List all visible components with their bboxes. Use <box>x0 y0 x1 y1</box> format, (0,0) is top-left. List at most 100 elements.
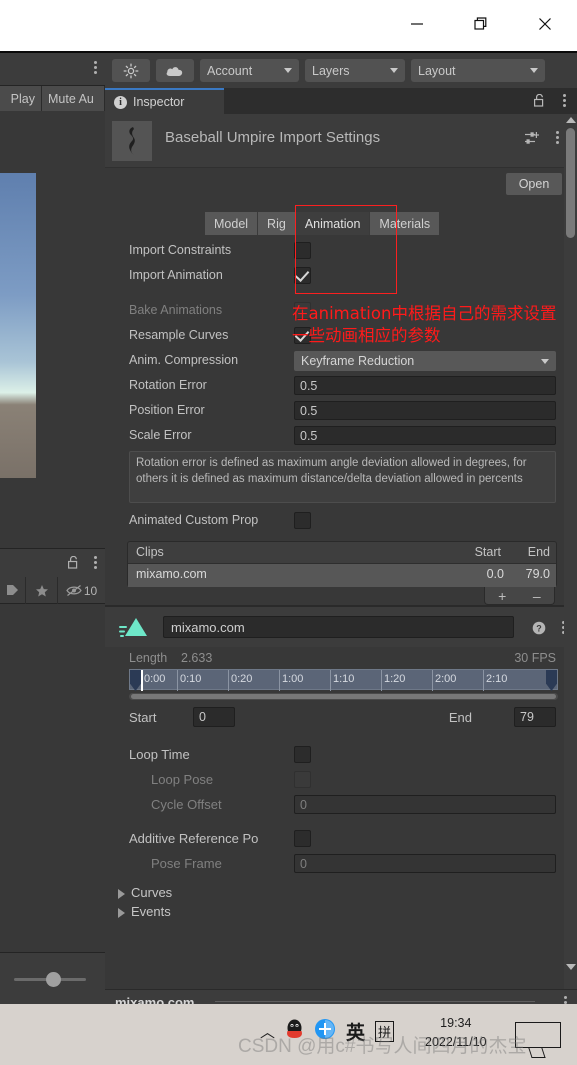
foldout-events[interactable]: Events <box>105 903 577 922</box>
bake-animations-label: Bake Animations <box>129 303 223 317</box>
asset-kebab-icon[interactable] <box>556 131 559 144</box>
events-label: Events <box>131 904 171 919</box>
inspector-scrollbar-thumb[interactable] <box>566 128 575 238</box>
cycle-offset-input[interactable]: 0 <box>294 795 556 814</box>
clips-table-header: Clips Start End <box>128 542 556 564</box>
favorite-star-icon[interactable] <box>26 577 58 604</box>
open-row: Open <box>105 168 577 210</box>
import-settings-tabs: Model Rig Animation Materials <box>105 210 577 238</box>
pose-frame-input[interactable]: 0 <box>294 854 556 873</box>
hierarchy-kebab-icon[interactable] <box>94 556 97 569</box>
anim-compression-value: Keyframe Reduction <box>301 354 415 368</box>
scale-error-input[interactable]: 0.5 <box>294 426 556 445</box>
game-view-kebab-icon[interactable] <box>94 61 97 74</box>
start-input[interactable]: 0 <box>193 707 235 727</box>
position-error-input[interactable]: 0.5 <box>294 401 556 420</box>
screen: Play Mute Au 10 Account Layers Layout i … <box>0 0 577 1065</box>
timeline-scrollbar[interactable] <box>129 693 558 700</box>
open-button[interactable]: Open <box>506 173 562 195</box>
timeline-start-handle[interactable] <box>130 670 141 691</box>
resample-curves-label: Resample Curves <box>129 328 229 342</box>
tray-icons: ︿ 英 拼 <box>260 1018 395 1045</box>
tab-rig[interactable]: Rig <box>258 212 296 235</box>
rotation-error-input[interactable]: 0.5 <box>294 376 556 395</box>
account-dropdown[interactable]: Account <box>200 59 299 82</box>
chevron-down-icon <box>390 68 398 73</box>
clock-date: 2022/11/10 <box>425 1034 487 1049</box>
remove-clip-button[interactable]: – <box>520 587 555 604</box>
clip-name-row: mixamo.com ? <box>105 607 577 647</box>
import-animation-checkbox[interactable] <box>294 267 311 284</box>
layout-dropdown[interactable]: Layout <box>411 59 545 82</box>
inspector-panel: 在animation中根据自己的需求设置一些动画相应的参数 Baseball U… <box>105 114 577 989</box>
help-icon[interactable]: ? <box>532 621 546 640</box>
game-view-render[interactable] <box>0 173 36 478</box>
loop-time-checkbox[interactable] <box>294 746 311 763</box>
tray-expand-icon[interactable]: ︿ <box>260 1021 275 1042</box>
taskbar-clock[interactable]: 19:34 2022/11/10 <box>425 1014 487 1052</box>
timeline-playhead[interactable] <box>141 670 143 691</box>
close-icon[interactable] <box>513 0 577 48</box>
tab-materials[interactable]: Materials <box>370 212 440 235</box>
row-loop-time: Loop Time <box>105 742 577 767</box>
preset-icon[interactable] <box>524 131 539 150</box>
add-clip-button[interactable]: + <box>485 587 520 604</box>
light-icon[interactable] <box>112 59 150 82</box>
mute-audio-button[interactable]: Mute Au <box>42 86 105 111</box>
project-zoom-area <box>0 952 105 1004</box>
inspector-lock-icon[interactable] <box>534 93 545 112</box>
cloud-icon[interactable] <box>156 59 194 82</box>
tick-label: 2:10 <box>486 673 508 685</box>
lock-icon[interactable] <box>68 555 79 574</box>
window-controls <box>385 0 577 48</box>
scroll-up-icon[interactable] <box>566 117 576 123</box>
tab-inspector[interactable]: i Inspector <box>105 88 224 114</box>
tick-label: 1:10 <box>333 673 355 685</box>
minimize-icon[interactable] <box>385 0 449 48</box>
ime-mode-label[interactable]: 拼 <box>375 1021 395 1042</box>
cycle-offset-label: Cycle Offset <box>151 797 222 812</box>
clip-row-name: mixamo.com <box>136 567 207 581</box>
anim-compression-dropdown[interactable]: Keyframe Reduction <box>294 351 556 371</box>
layers-dropdown[interactable]: Layers <box>305 59 405 82</box>
import-constraints-checkbox[interactable] <box>294 242 311 259</box>
play-button[interactable]: Play <box>0 86 42 111</box>
scroll-down-icon[interactable] <box>566 964 576 970</box>
timeline-scrollbar-thumb[interactable] <box>131 694 556 699</box>
asset-thumbnail[interactable] <box>112 121 152 161</box>
table-row[interactable]: mixamo.com 0.0 79.0 <box>128 564 556 587</box>
clips-table: Clips Start End mixamo.com 0.0 79.0 <box>127 541 557 587</box>
ime-globe-icon[interactable] <box>314 1018 336 1045</box>
zoom-slider-knob[interactable] <box>46 972 61 987</box>
hierarchy-lockbar <box>0 549 105 577</box>
clip-name-input[interactable]: mixamo.com <box>163 616 514 638</box>
tag-icon[interactable] <box>0 577 26 604</box>
row-help-box: Rotation error is defined as maximum ang… <box>105 448 577 508</box>
restore-icon[interactable] <box>449 0 513 48</box>
visibility-count[interactable]: 10 <box>58 577 105 604</box>
ime-language-label[interactable]: 英 <box>346 1018 365 1045</box>
curves-label: Curves <box>131 885 173 900</box>
loop-pose-checkbox[interactable] <box>294 771 311 788</box>
row-pose-frame: Pose Frame 0 <box>105 851 577 876</box>
animated-custom-prop-checkbox[interactable] <box>294 512 311 529</box>
layout-label: Layout <box>418 63 456 78</box>
page-title: Baseball Umpire Import Settings <box>165 129 381 146</box>
window-titlebar <box>0 0 577 53</box>
start-label: Start <box>129 710 157 725</box>
timeline-ruler[interactable]: 0:00 0:10 0:20 1:00 1:10 1:20 2:00 2:10 <box>129 669 558 691</box>
qq-icon[interactable] <box>285 1018 304 1045</box>
inspector-kebab-icon[interactable] <box>563 94 566 107</box>
timeline-end-handle[interactable] <box>546 670 557 691</box>
tab-model[interactable]: Model <box>205 212 259 235</box>
additive-reference-checkbox[interactable] <box>294 830 311 847</box>
end-input[interactable]: 79 <box>514 707 556 727</box>
left-panel-sliver: Play Mute Au 10 <box>0 53 105 1004</box>
notification-icon[interactable] <box>515 1022 561 1048</box>
tab-animation[interactable]: Animation <box>295 212 371 235</box>
foldout-curves[interactable]: Curves <box>105 884 577 903</box>
start-end-row: Start 0 End 79 <box>105 705 577 733</box>
clip-row-end: 79.0 <box>525 567 550 581</box>
inspector-scrollbar[interactable] <box>564 114 577 989</box>
clips-col-start: Start <box>474 545 501 559</box>
